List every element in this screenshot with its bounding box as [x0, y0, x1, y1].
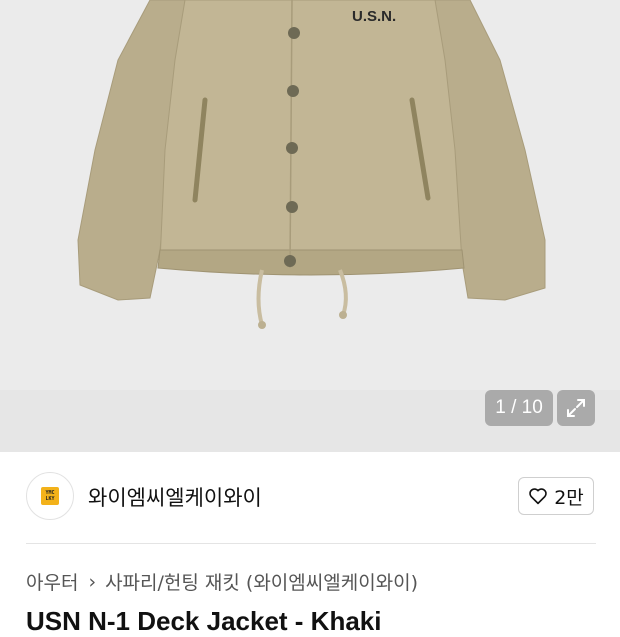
heart-icon [529, 488, 547, 505]
like-button[interactable]: 2만 [518, 477, 594, 515]
jacket-print-text: U.S.N. [352, 8, 396, 25]
breadcrumb-category[interactable]: 아우터 [26, 568, 78, 595]
product-image-gallery[interactable]: U.S.N. 1 / 10 [0, 0, 620, 452]
seller-row: YMC LKY 와이엠씨엘케이와이 2만 [26, 472, 596, 524]
seller-logo-mark: YMC LKY [41, 487, 59, 505]
breadcrumb-subcategory[interactable]: 사파리/헌팅 재킷 (와이엠씨엘케이와이) [105, 568, 418, 595]
image-counter: 1 / 10 [485, 390, 553, 426]
jacket-button [286, 201, 298, 213]
product-title: USN N-1 Deck Jacket - Khaki [26, 606, 382, 636]
jacket-button [284, 255, 296, 267]
seller-logo[interactable]: YMC LKY [26, 472, 74, 520]
breadcrumb: 아우터 › 사파리/헌팅 재킷 (와이엠씨엘케이와이) [26, 568, 418, 595]
chevron-right-icon: › [88, 570, 97, 593]
jacket-button [288, 27, 300, 39]
jacket-photo[interactable]: U.S.N. [0, 0, 620, 452]
like-count: 2만 [554, 486, 584, 509]
jacket-button [286, 142, 298, 154]
jacket-button [287, 85, 299, 97]
seller-name[interactable]: 와이엠씨엘케이와이 [88, 482, 262, 512]
expand-button[interactable] [557, 390, 595, 426]
expand-icon [567, 399, 585, 417]
divider [26, 543, 596, 544]
